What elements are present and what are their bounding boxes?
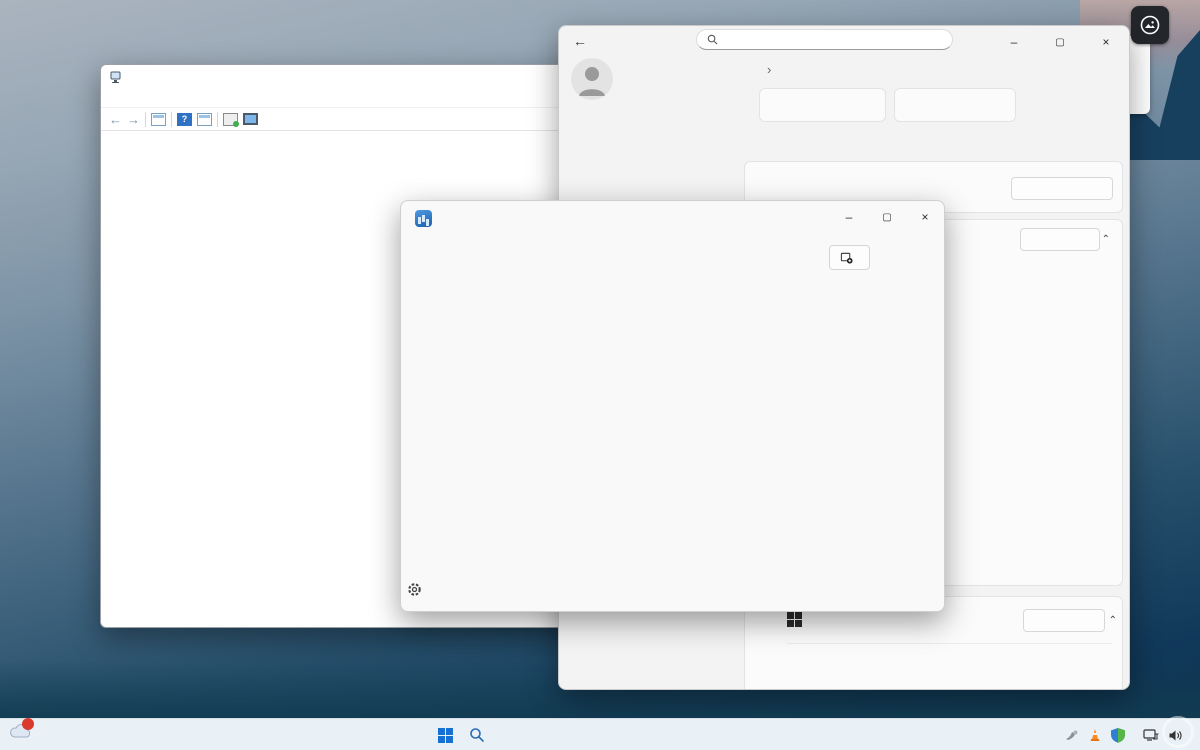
device-manager-toolbar: ← → ? — [101, 108, 599, 131]
security-shield-icon[interactable] — [1111, 728, 1125, 743]
speaker-icon[interactable] — [1168, 729, 1183, 742]
forward-arrow-icon[interactable]: → — [127, 113, 140, 126]
chevron-right-icon: › — [759, 62, 779, 77]
settings-window-controls: – ▢ × — [991, 26, 1129, 58]
scan-hardware-icon[interactable] — [223, 113, 238, 126]
chevron-up-icon[interactable]: ⌃ — [1109, 615, 1117, 626]
minimize-button[interactable]: – — [830, 201, 868, 233]
maximize-button[interactable]: ▢ — [868, 201, 906, 233]
copy-specs-button[interactable] — [1020, 228, 1100, 251]
vlc-tray-icon[interactable] — [1088, 728, 1102, 742]
system-tray — [1064, 719, 1192, 750]
minimize-button[interactable]: – — [991, 26, 1037, 58]
network-icon[interactable] — [1143, 729, 1159, 742]
device-manager-titlebar[interactable] — [101, 65, 599, 89]
cpu-speed-card — [759, 88, 886, 122]
task-manager-window-controls: – ▢ × — [830, 201, 944, 233]
spotlight-camera-icon — [1131, 6, 1169, 44]
desktop-root: { "desktop": { "icons": [ {"label":"Tent… — [0, 0, 1200, 750]
computer-monitor-icon[interactable] — [243, 113, 258, 125]
windows-logo-icon — [787, 612, 802, 627]
search-icon — [707, 34, 718, 45]
weather-widget[interactable] — [8, 721, 40, 746]
copy-windows-specs-button[interactable] — [1023, 609, 1105, 632]
close-button[interactable]: × — [1083, 26, 1129, 58]
close-button[interactable]: × — [906, 201, 944, 233]
settings-search-input[interactable] — [696, 29, 953, 50]
task-manager-window: – ▢ × — [400, 200, 945, 612]
toolbar-separator — [171, 112, 172, 127]
properties-icon[interactable] — [197, 113, 212, 126]
task-manager-nav-rail — [401, 235, 437, 611]
new-task-icon — [840, 251, 853, 264]
device-manager-app-icon — [109, 71, 122, 84]
run-new-task-button[interactable] — [829, 245, 870, 270]
back-arrow-icon[interactable]: ← — [109, 113, 122, 126]
maximize-button[interactable]: ▢ — [1037, 26, 1083, 58]
taskbar — [0, 718, 1200, 750]
device-manager-menubar — [101, 89, 599, 108]
weather-badge — [22, 718, 34, 730]
search-button[interactable] — [462, 721, 492, 749]
cpu-core-graphs — [605, 324, 936, 466]
tray-app-icon[interactable] — [1064, 729, 1079, 742]
start-button[interactable] — [430, 721, 461, 749]
chevron-up-icon[interactable]: ⌃ — [1102, 234, 1110, 245]
windows-start-icon — [437, 727, 454, 744]
back-button[interactable]: ← — [573, 33, 587, 49]
more-options-button[interactable] — [915, 245, 939, 270]
settings-gear-icon[interactable] — [406, 581, 423, 603]
breadcrumb: › — [759, 60, 779, 82]
rename-pc-button[interactable] — [1011, 177, 1113, 200]
avatar[interactable] — [571, 58, 613, 100]
list-view-icon[interactable] — [151, 113, 166, 126]
task-manager-app-icon — [415, 210, 432, 227]
help-icon[interactable]: ? — [177, 113, 192, 126]
toolbar-separator — [145, 112, 146, 127]
divider — [787, 643, 1112, 644]
cpu-freq-card — [894, 88, 1016, 122]
toolbar-separator — [217, 112, 218, 127]
search-icon — [469, 727, 485, 743]
